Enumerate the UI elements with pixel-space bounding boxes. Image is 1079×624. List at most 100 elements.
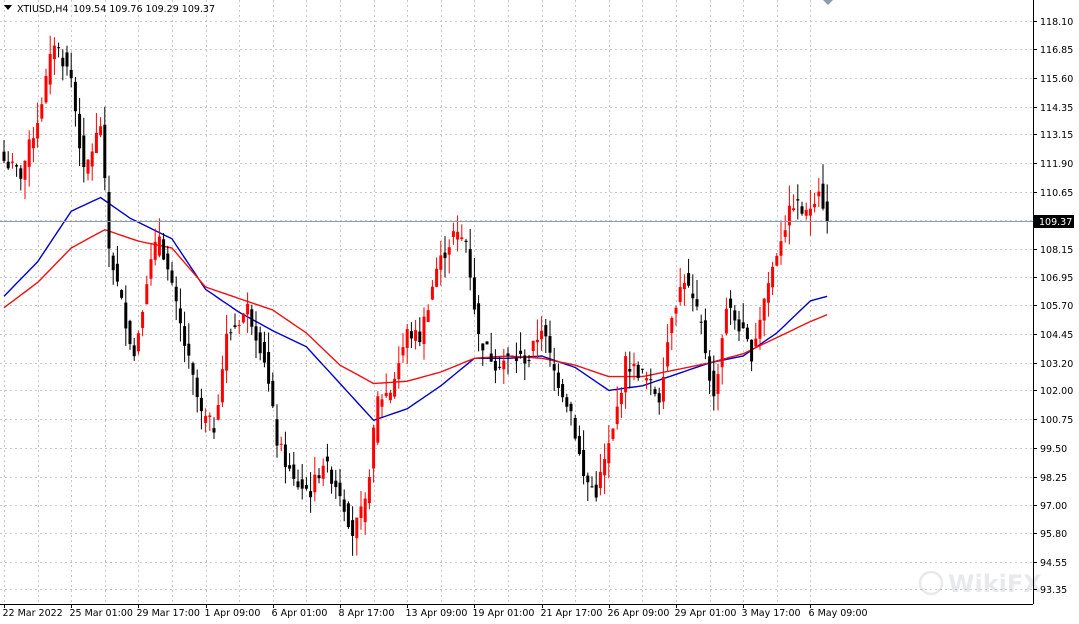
candle-body <box>771 266 775 288</box>
chart-window[interactable]: WikiFX 118.10 116.85 115.60 114.35 113.15 111… <box>0 0 1079 620</box>
candle-body <box>460 237 464 240</box>
candle-body <box>103 124 107 179</box>
candle-body <box>208 415 212 417</box>
candle-body <box>418 331 422 343</box>
candle-body <box>779 241 783 256</box>
candle-body <box>48 54 52 85</box>
candle-body <box>120 290 124 298</box>
candle-body <box>153 241 157 260</box>
price-tick-label: 108.15 <box>1040 245 1073 256</box>
price-tick-label: 103.20 <box>1040 359 1073 370</box>
candle-body <box>821 183 825 209</box>
candle-body <box>258 332 262 354</box>
candle-body <box>804 209 808 216</box>
candle-body <box>216 404 220 420</box>
candle-body <box>359 506 363 519</box>
candle-body <box>506 353 510 357</box>
candle-body <box>800 206 804 214</box>
candle-body <box>477 303 481 335</box>
candle-body <box>149 259 153 279</box>
time-tick-label: 6 Apr 01:00 <box>272 608 328 619</box>
candle-body <box>342 499 346 512</box>
ohlc-values: 109.54 109.76 109.29 109.37 <box>73 4 215 15</box>
price-tick-label: 114.35 <box>1040 103 1073 114</box>
candle-body <box>540 330 544 340</box>
candle-body <box>472 277 476 310</box>
price-tick-label: 95.80 <box>1040 529 1067 540</box>
candle-body <box>817 191 821 197</box>
price-tick-label: 97.00 <box>1040 501 1067 512</box>
candle-body <box>720 338 724 368</box>
candle-body <box>758 319 762 339</box>
price-tick-label: 113.15 <box>1040 130 1073 141</box>
candle-body <box>729 298 733 308</box>
candle-body <box>65 52 69 67</box>
candle-body <box>712 370 716 397</box>
candle-body <box>78 113 82 149</box>
candle-body <box>456 231 460 240</box>
candle-body <box>380 399 384 407</box>
candle-body <box>355 517 359 539</box>
candle-body <box>157 236 161 256</box>
candle-body <box>317 475 321 479</box>
candle-body <box>267 352 271 384</box>
candle-body <box>703 320 707 354</box>
candle-body <box>443 252 447 259</box>
candle-body <box>598 471 602 489</box>
candle-body <box>19 168 23 179</box>
candle-body <box>531 340 535 352</box>
candle-body <box>691 293 695 299</box>
candle-body <box>393 378 397 397</box>
candle-body <box>498 366 502 368</box>
candle-body <box>502 360 506 370</box>
candle-body <box>548 336 552 353</box>
price-chart[interactable]: WikiFX 118.10 116.85 115.60 114.35 113.15 111… <box>0 0 1079 620</box>
candle-body <box>225 333 229 371</box>
candle-body <box>2 151 6 161</box>
price-tick-label: 105.70 <box>1040 301 1073 312</box>
candle-body <box>170 270 174 283</box>
candle-body <box>128 320 132 345</box>
candle-body <box>178 308 182 324</box>
candle-body <box>556 372 560 389</box>
candle-body <box>174 286 178 302</box>
candle-body <box>775 255 779 266</box>
candle-body <box>657 393 661 403</box>
candle-body <box>615 406 619 425</box>
price-tick-label: 116.85 <box>1040 45 1073 56</box>
candle-body <box>519 350 523 354</box>
candle-body <box>296 481 300 488</box>
candle-body <box>107 192 111 249</box>
candle-body <box>191 363 195 375</box>
candle-body <box>220 369 224 403</box>
candle-body <box>603 459 607 476</box>
price-tick-label: 102.00 <box>1040 386 1073 397</box>
candle-body <box>565 397 569 407</box>
candle-body <box>330 469 334 484</box>
time-tick-label: 13 Apr 09:00 <box>406 608 468 619</box>
candle-body <box>195 377 199 397</box>
candle-body <box>447 247 451 255</box>
candle-body <box>661 376 665 402</box>
candle-body <box>796 199 800 201</box>
candle-body <box>582 450 586 477</box>
candle-body <box>489 353 493 362</box>
price-tick-label: 99.50 <box>1040 444 1067 455</box>
candle-body <box>783 230 787 237</box>
candle-body <box>61 57 65 67</box>
candle-body <box>15 165 19 167</box>
candle-body <box>86 159 90 174</box>
candle-body <box>99 126 103 136</box>
price-tick-label: 111.90 <box>1040 159 1073 170</box>
candle-body <box>363 498 367 523</box>
candle-body <box>414 330 418 341</box>
candle-body <box>787 205 791 226</box>
candle-body <box>514 358 518 362</box>
candle-body <box>409 331 413 339</box>
candle-body <box>535 339 539 343</box>
candle-body <box>229 332 233 334</box>
candle-body <box>162 239 166 260</box>
candle-body <box>590 486 594 488</box>
candle-body <box>682 282 686 290</box>
candle-body <box>670 318 674 334</box>
